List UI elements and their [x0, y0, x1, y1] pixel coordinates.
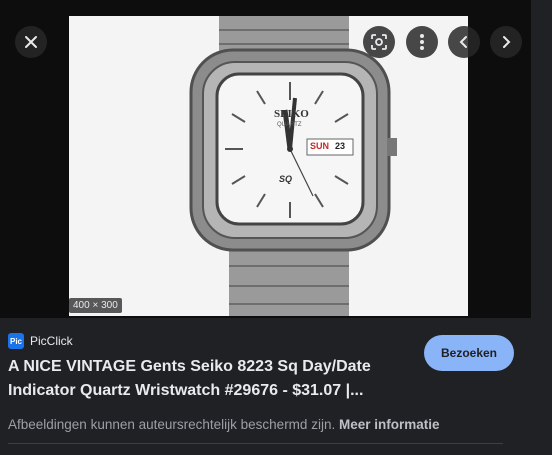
divider: [8, 443, 503, 444]
dial-logo-text: SQ: [279, 174, 293, 184]
image-title-link[interactable]: A NICE VINTAGE Gents Seiko 8223 Sq Day/D…: [8, 355, 418, 403]
picclick-favicon: Pic: [8, 333, 24, 349]
copyright-notice: Afbeeldingen kunnen auteursrechtelijk be…: [8, 417, 440, 432]
dial-day-text: SUN: [310, 141, 330, 151]
visit-button[interactable]: Bezoeken: [424, 335, 514, 371]
close-button[interactable]: [15, 26, 47, 58]
image-viewer: SEIKO QUARTZ SUN 23 SQ 400 × 300: [0, 0, 531, 318]
next-image-button[interactable]: [490, 26, 522, 58]
watch-illustration: [69, 16, 468, 316]
scrollbar-track[interactable]: [531, 0, 552, 455]
close-icon: [25, 36, 37, 48]
copyright-notice-text: Afbeeldingen kunnen auteursrechtelijk be…: [8, 417, 336, 432]
dial-sub-text: QUARTZ: [277, 122, 302, 128]
dial-date-text: 23: [335, 141, 346, 151]
previous-image-button[interactable]: [448, 26, 480, 58]
more-info-link[interactable]: Meer informatie: [339, 417, 440, 432]
more-vert-icon: [420, 34, 424, 50]
chevron-left-icon: [459, 36, 467, 48]
more-options-button[interactable]: [406, 26, 438, 58]
product-image[interactable]: SEIKO QUARTZ SUN 23 SQ: [69, 16, 468, 316]
lens-search-button[interactable]: [363, 26, 395, 58]
chevron-right-icon: [503, 36, 511, 48]
source-name[interactable]: PicClick: [30, 334, 73, 348]
source-attribution[interactable]: Pic PicClick: [8, 333, 73, 349]
dial-brand-text: SEIKO: [274, 108, 309, 120]
image-dimensions-badge: 400 × 300: [69, 298, 122, 313]
lens-icon: [371, 34, 387, 50]
